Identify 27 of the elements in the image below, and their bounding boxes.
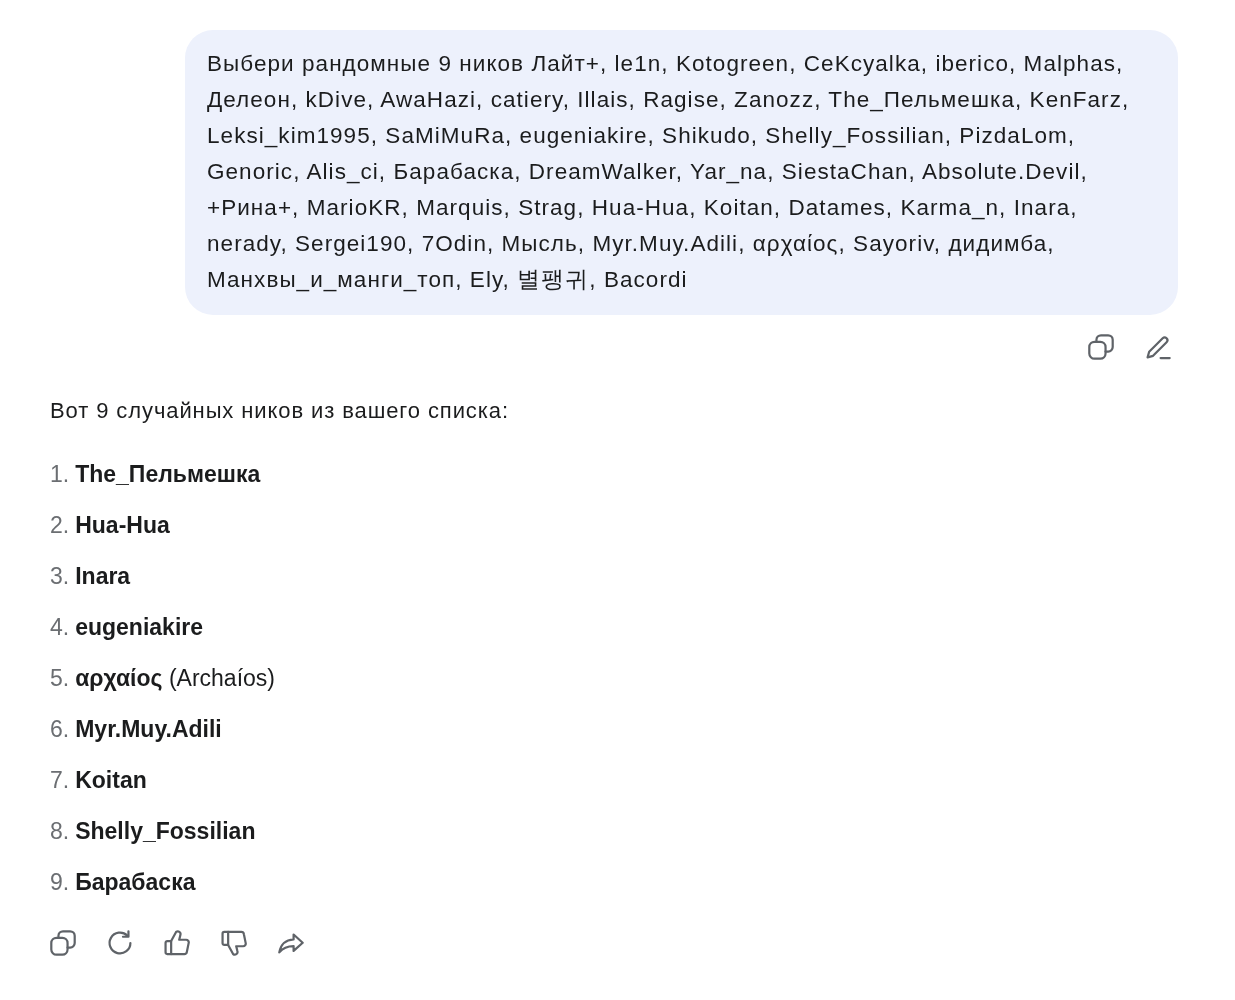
response-intro-text: Вот 9 случайных ников из вашего списка: [50, 397, 510, 425]
thumbs-up-icon[interactable] [164, 930, 190, 956]
pencil-icon[interactable] [1145, 334, 1171, 360]
list-number: 5. [50, 664, 70, 693]
regenerate-icon[interactable] [107, 930, 133, 956]
nickname-text: Hua-Hua [75, 511, 170, 540]
nickname-text: Myr.Muy.Adili [75, 715, 222, 744]
nickname-text: The_Пельмешка [75, 460, 261, 489]
list-number: 4. [50, 613, 70, 642]
list-number: 3. [50, 562, 70, 591]
copy-icon[interactable] [50, 930, 76, 956]
list-number: 2. [50, 511, 70, 540]
nickname-text: Shelly_Fossilian [75, 817, 256, 846]
nickname-text: Барабаска [75, 868, 196, 897]
nickname-text: αρχαίος (Archaíos) [75, 664, 275, 693]
list-number: 1. [50, 460, 70, 489]
message-text: Выбери рандомные 9 ников Лайт+, le1n, Kotogreen, CeKсyalka, iberico, Malphas, Делеон, kDive, AwaHazi, catiery, Illais, Ragise, Zanozz, The_Пельмешка, KenFarz, Leksi_kim1995, SaMiMuRa, eugeniakire, Shikudo, Shelly_Fossilian, PizdaLom, Genoric, Alis_ci, Барабаска, DreamWalker, Yar_na, SiestaChan, Absolute.Devil, +Рина+, MarioKR, Marquis, Strag, Hua-Hua, Koitan, Datames, Karma_n, Inara, nerady, Sergei190, 7Odin, Мысль, Myr.Muy.Adili, αρχαίος, Sayoriv, дидимба, Манхвы_и_манги_топ, Ely, 별팽귀, Bacordi [207, 50, 1131, 294]
list-number: 7. [50, 766, 70, 795]
nickname-text: Inara [75, 562, 131, 591]
list-number: 8. [50, 817, 70, 846]
thumbs-down-icon[interactable] [221, 930, 247, 956]
list-number: 6. [50, 715, 70, 744]
nickname-text: eugeniakire [75, 613, 204, 642]
list-number: 9. [50, 868, 70, 897]
copy-icon[interactable] [1088, 334, 1114, 360]
share-icon[interactable] [278, 930, 304, 956]
nickname-text: Koitan [75, 766, 147, 795]
